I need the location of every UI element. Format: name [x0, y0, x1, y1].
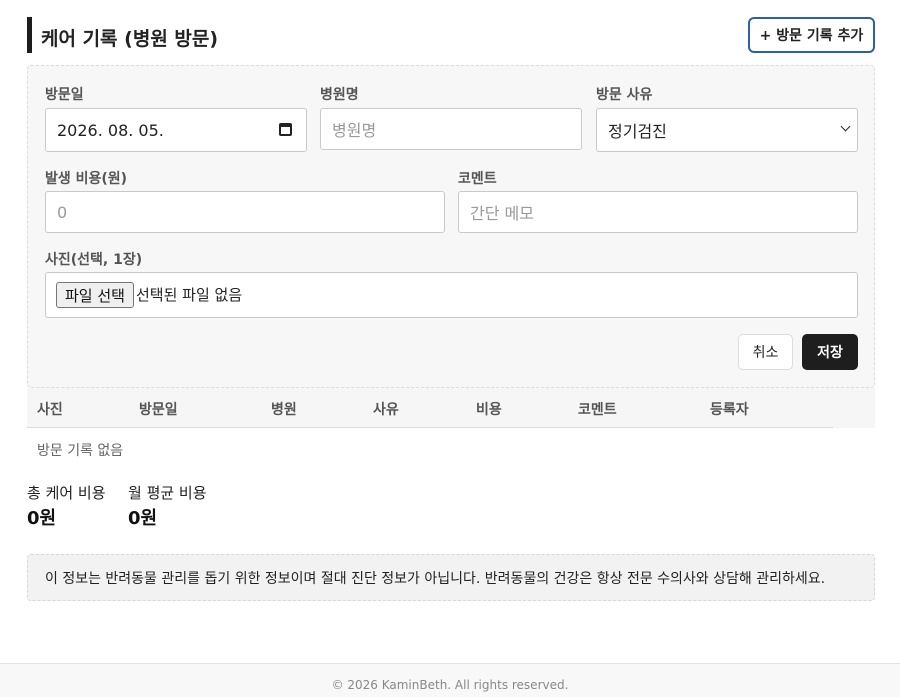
visit-date-input[interactable]: 2026. 08. 05.	[45, 108, 307, 152]
column-header-reason: 사유	[373, 402, 399, 418]
column-header-cost: 비용	[476, 402, 502, 418]
total-cost-label: 총 케어 비용	[27, 484, 106, 502]
photo-label: 사진(선택, 1장)	[45, 252, 143, 268]
page-header: 케어 기록 (병원 방문) + 방문 기록 추가	[27, 17, 875, 53]
hospital-placeholder: 병원명	[332, 121, 377, 140]
monthly-cost-label: 월 평균 비용	[128, 484, 207, 502]
table-header-divider	[27, 427, 833, 428]
column-header-registrant: 등록자	[710, 402, 749, 418]
reason-label: 방문 사유	[596, 87, 653, 103]
save-button[interactable]: 저장	[802, 334, 858, 370]
cost-label: 발생 비용(원)	[45, 171, 128, 187]
title-accent-bar	[27, 17, 32, 53]
total-cost-value: 0원	[27, 508, 57, 529]
file-status-text: 선택된 파일 없음	[136, 286, 243, 304]
table-empty-message: 방문 기록 없음	[37, 443, 124, 459]
comment-placeholder: 간단 메모	[470, 204, 534, 223]
comment-input[interactable]: 간단 메모	[458, 191, 858, 233]
column-header-photo: 사진	[37, 402, 63, 418]
hospital-label: 병원명	[320, 87, 359, 103]
calendar-icon[interactable]	[279, 123, 292, 136]
reason-select[interactable]: 정기검진	[596, 108, 858, 152]
column-header-hospital: 병원	[271, 402, 297, 418]
visit-table-header: 사진 방문일 병원 사유 비용 코멘트 등록자	[27, 388, 875, 428]
visit-date-value: 2026. 08. 05.	[57, 120, 164, 140]
visit-date-label: 방문일	[45, 87, 84, 103]
visit-form-panel: 방문일 2026. 08. 05. 병원명 병원명 방문 사유 정기검진 발생 …	[27, 65, 875, 388]
cost-placeholder: 0	[57, 202, 68, 222]
copyright-text: © 2026 KaminBeth. All rights reserved.	[331, 678, 569, 692]
cancel-button[interactable]: 취소	[738, 334, 793, 370]
chevron-down-icon	[840, 121, 851, 132]
add-visit-record-button[interactable]: + 방문 기록 추가	[748, 17, 875, 53]
column-header-comment: 코멘트	[578, 402, 617, 418]
disclaimer-notice: 이 정보는 반려동물 관리를 돕기 위한 정보이며 절대 진단 정보가 아닙니다…	[27, 554, 875, 601]
reason-value: 정기검진	[608, 122, 667, 141]
comment-label: 코멘트	[458, 171, 497, 187]
monthly-cost-value: 0원	[128, 508, 158, 529]
photo-file-input[interactable]: 파일 선택 선택된 파일 없음	[45, 272, 858, 318]
page-title: 케어 기록 (병원 방문)	[41, 28, 219, 50]
disclaimer-text: 이 정보는 반려동물 관리를 돕기 위한 정보이며 절대 진단 정보가 아닙니다…	[45, 570, 826, 587]
page-footer: © 2026 KaminBeth. All rights reserved.	[0, 663, 900, 697]
hospital-input[interactable]: 병원명	[320, 108, 582, 150]
column-header-visit-date: 방문일	[139, 402, 178, 418]
file-select-button[interactable]: 파일 선택	[56, 282, 134, 308]
cost-input[interactable]: 0	[45, 191, 445, 233]
